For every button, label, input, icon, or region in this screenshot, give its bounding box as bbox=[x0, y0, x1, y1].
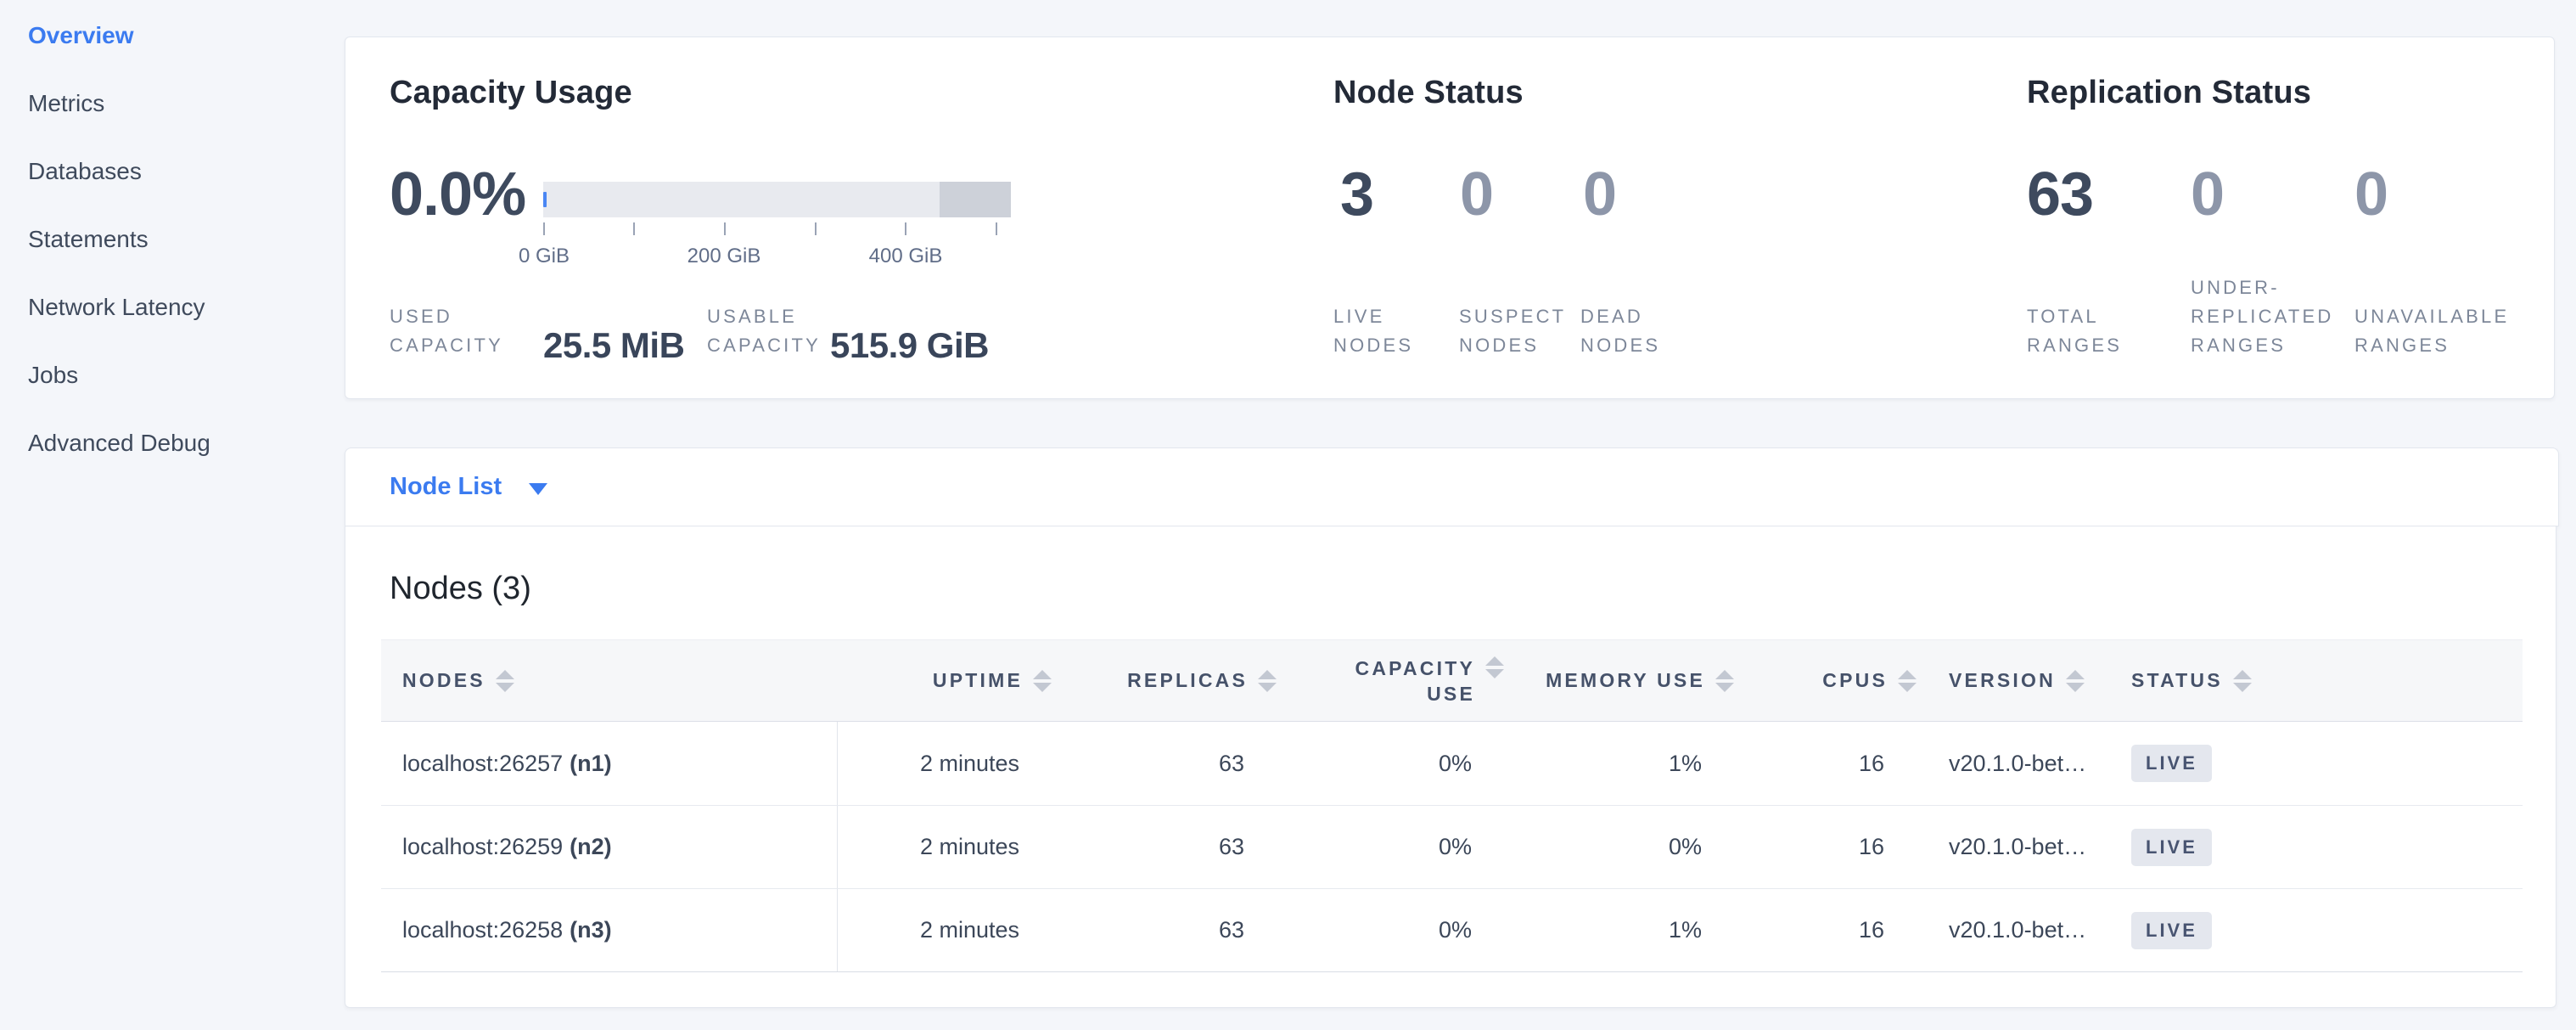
sidebar-item-statements[interactable]: Statements bbox=[0, 205, 345, 273]
replication-status-section: Replication Status 63 0 0 TOTAL RANGES U… bbox=[2027, 37, 2545, 398]
sort-icon bbox=[1715, 667, 1734, 695]
sidebar-item-jobs[interactable]: Jobs bbox=[0, 341, 345, 409]
under-replicated-ranges-label: UNDER- REPLICATED RANGES bbox=[2191, 273, 2334, 360]
sidebar: Overview Metrics Databases Statements Ne… bbox=[0, 0, 345, 1030]
column-header-version[interactable]: VERSION bbox=[1917, 640, 2113, 721]
uptime-cell: 2 minutes bbox=[838, 806, 1052, 888]
tick-label-400gib: 400 GiB bbox=[838, 245, 974, 268]
live-nodes-count: 3 bbox=[1340, 161, 1373, 228]
sidebar-item-overview[interactable]: Overview bbox=[0, 2, 345, 70]
memory-use-cell: 1% bbox=[1504, 889, 1734, 971]
sort-icon bbox=[1258, 667, 1277, 695]
status-badge: LIVE bbox=[2131, 829, 2212, 866]
under-replicated-ranges-count: 0 bbox=[2191, 161, 2224, 228]
node-list-dropdown-label: Node List bbox=[390, 473, 502, 501]
used-capacity-label: USED CAPACITY bbox=[390, 302, 503, 360]
cluster-summary-card: Capacity Usage 0.0% 0 GiB 200 GiB 400 Gi… bbox=[345, 37, 2555, 399]
status-badge: LIVE bbox=[2131, 912, 2212, 949]
replicas-cell: 63 bbox=[1052, 889, 1277, 971]
sort-icon bbox=[2066, 667, 2085, 695]
tick-label-0gib: 0 GiB bbox=[476, 245, 612, 268]
cpus-cell: 16 bbox=[1734, 806, 1917, 888]
suspect-nodes-label: SUSPECT NODES bbox=[1459, 302, 1566, 360]
tick-label-200gib: 200 GiB bbox=[656, 245, 792, 268]
capacity-usage-title: Capacity Usage bbox=[390, 75, 632, 111]
sort-icon bbox=[1898, 667, 1917, 695]
version-cell: v20.1.0-bet… bbox=[1917, 806, 2113, 888]
capacity-gauge-ticks bbox=[543, 222, 1011, 241]
node-status-title: Node Status bbox=[1333, 75, 1524, 111]
sidebar-item-metrics[interactable]: Metrics bbox=[0, 70, 345, 138]
node-list-dropdown[interactable]: Node List bbox=[390, 473, 547, 501]
column-header-capacity-use[interactable]: CAPACITY USE bbox=[1277, 640, 1504, 721]
node-list-dropdown-bar: Node List bbox=[345, 447, 2559, 526]
node-address-cell[interactable]: localhost:26257(n1) bbox=[381, 722, 838, 805]
table-row[interactable]: localhost:26258(n3) 2 minutes 63 0% 1% 1… bbox=[381, 888, 2523, 971]
replicas-cell: 63 bbox=[1052, 806, 1277, 888]
status-cell: LIVE bbox=[2113, 889, 2523, 971]
usable-capacity-label: USABLE CAPACITY bbox=[707, 302, 821, 360]
sidebar-item-network-latency[interactable]: Network Latency bbox=[0, 273, 345, 341]
replication-status-title: Replication Status bbox=[2027, 75, 2311, 111]
column-header-uptime[interactable]: UPTIME bbox=[838, 640, 1052, 721]
version-cell: v20.1.0-bet… bbox=[1917, 889, 2113, 971]
node-status-section: Node Status 3 0 0 LIVE NODES SUSPECT NOD… bbox=[1333, 37, 2021, 398]
sort-icon bbox=[496, 667, 514, 695]
nodes-heading: Nodes (3) bbox=[390, 571, 531, 607]
table-row[interactable]: localhost:26257(n1) 2 minutes 63 0% 1% 1… bbox=[381, 722, 2523, 805]
column-header-memory-use[interactable]: MEMORY USE bbox=[1504, 640, 1734, 721]
total-ranges-label: TOTAL RANGES bbox=[2027, 302, 2122, 360]
unavailable-ranges-label: UNAVAILABLE RANGES bbox=[2354, 302, 2509, 360]
node-address-cell[interactable]: localhost:26258(n3) bbox=[381, 889, 838, 971]
capacity-use-cell: 0% bbox=[1277, 806, 1504, 888]
uptime-cell: 2 minutes bbox=[838, 722, 1052, 805]
capacity-gauge-other-usage bbox=[940, 182, 1011, 217]
sort-icon bbox=[2233, 667, 2252, 695]
node-address-cell[interactable]: localhost:26259(n2) bbox=[381, 806, 838, 888]
status-cell: LIVE bbox=[2113, 806, 2523, 888]
cpus-cell: 16 bbox=[1734, 722, 1917, 805]
capacity-use-cell: 0% bbox=[1277, 889, 1504, 971]
capacity-gauge-used-bar bbox=[543, 192, 547, 207]
nodes-table-card: Nodes (3) NODES UPTIME REPLICAS CAPACITY… bbox=[345, 526, 2556, 1008]
nodes-table-body: localhost:26257(n1) 2 minutes 63 0% 1% 1… bbox=[381, 722, 2523, 972]
capacity-usage-section: Capacity Usage 0.0% 0 GiB 200 GiB 400 Gi… bbox=[390, 37, 1340, 398]
sidebar-nav-list: Overview Metrics Databases Statements Ne… bbox=[0, 0, 345, 477]
live-nodes-label: LIVE NODES bbox=[1333, 302, 1413, 360]
usable-capacity-value: 515.9 GiB bbox=[830, 325, 989, 366]
status-badge: LIVE bbox=[2131, 745, 2212, 782]
column-header-nodes[interactable]: NODES bbox=[381, 640, 838, 721]
column-header-status[interactable]: STATUS bbox=[2113, 640, 2523, 721]
dead-nodes-count: 0 bbox=[1583, 161, 1616, 228]
sidebar-item-advanced-debug[interactable]: Advanced Debug bbox=[0, 409, 345, 477]
nodes-table: NODES UPTIME REPLICAS CAPACITY USE MEMOR… bbox=[381, 639, 2523, 972]
capacity-gauge-track bbox=[543, 182, 1011, 217]
capacity-gauge: 0 GiB 200 GiB 400 GiB bbox=[543, 182, 1011, 270]
suspect-nodes-count: 0 bbox=[1460, 161, 1493, 228]
sort-icon bbox=[1485, 654, 1504, 681]
memory-use-cell: 1% bbox=[1504, 722, 1734, 805]
chevron-down-icon bbox=[529, 483, 547, 495]
version-cell: v20.1.0-bet… bbox=[1917, 722, 2113, 805]
table-row[interactable]: localhost:26259(n2) 2 minutes 63 0% 0% 1… bbox=[381, 805, 2523, 888]
dead-nodes-label: DEAD NODES bbox=[1580, 302, 1660, 360]
sort-icon bbox=[1033, 667, 1052, 695]
uptime-cell: 2 minutes bbox=[838, 889, 1052, 971]
unavailable-ranges-count: 0 bbox=[2354, 161, 2388, 228]
nodes-table-header: NODES UPTIME REPLICAS CAPACITY USE MEMOR… bbox=[381, 639, 2523, 722]
column-header-cpus[interactable]: CPUS bbox=[1734, 640, 1917, 721]
capacity-used-percent: 0.0% bbox=[390, 161, 525, 228]
memory-use-cell: 0% bbox=[1504, 806, 1734, 888]
sidebar-item-databases[interactable]: Databases bbox=[0, 138, 345, 205]
column-header-replicas[interactable]: REPLICAS bbox=[1052, 640, 1277, 721]
used-capacity-value: 25.5 MiB bbox=[543, 325, 684, 366]
total-ranges-count: 63 bbox=[2027, 161, 2093, 228]
status-cell: LIVE bbox=[2113, 722, 2523, 805]
cpus-cell: 16 bbox=[1734, 889, 1917, 971]
replicas-cell: 63 bbox=[1052, 722, 1277, 805]
capacity-use-cell: 0% bbox=[1277, 722, 1504, 805]
